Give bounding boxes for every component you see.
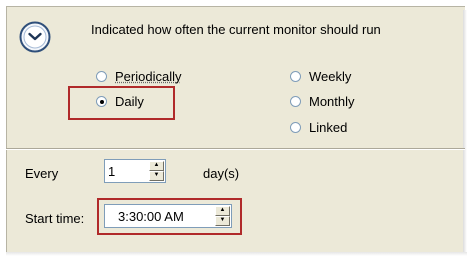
clock-icon xyxy=(19,21,51,53)
radio-button[interactable] xyxy=(290,122,301,133)
panel-bottom-shadow xyxy=(6,252,467,256)
radio-periodically[interactable]: Periodically xyxy=(96,69,181,84)
every-unit: day(s) xyxy=(203,166,240,181)
radio-button[interactable] xyxy=(96,71,107,82)
radio-label: Periodically xyxy=(115,69,182,84)
section-separator xyxy=(6,148,465,150)
radio-button[interactable] xyxy=(290,96,301,107)
radio-label: Weekly xyxy=(309,69,352,84)
every-label: Every xyxy=(25,166,59,181)
panel-shadow xyxy=(463,10,467,256)
decrement-button[interactable]: ▼ xyxy=(149,171,164,181)
radio-linked[interactable]: Linked xyxy=(290,120,347,135)
radio-label: Monthly xyxy=(309,94,355,109)
monitor-description: Indicated how often the current monitor … xyxy=(91,22,381,37)
radio-label: Linked xyxy=(309,120,348,135)
radio-monthly[interactable]: Monthly xyxy=(290,94,355,109)
start-time-highlight-box xyxy=(97,198,242,235)
start-time-label: Start time: xyxy=(25,211,85,226)
daily-highlight-box xyxy=(68,86,175,120)
every-stepper[interactable]: 1 ▲ ▼ xyxy=(104,159,166,183)
radio-weekly[interactable]: Weekly xyxy=(290,69,351,84)
increment-button[interactable]: ▲ xyxy=(149,161,164,171)
radio-button[interactable] xyxy=(290,71,301,82)
